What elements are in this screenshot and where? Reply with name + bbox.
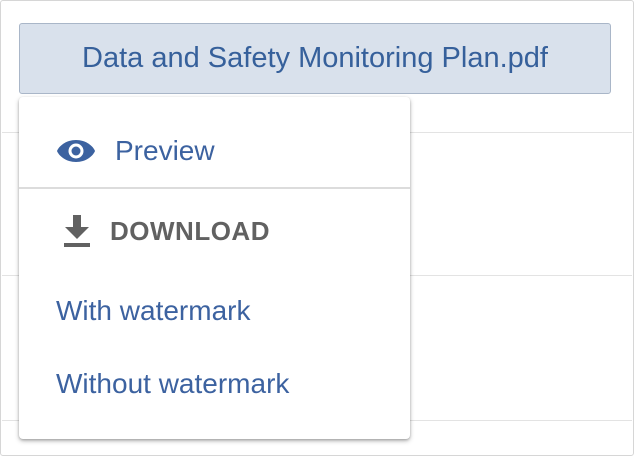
with-watermark-label: With watermark — [56, 295, 251, 326]
download-with-watermark-item[interactable]: With watermark — [19, 290, 410, 332]
download-icon — [64, 215, 90, 247]
preview-label: Preview — [115, 135, 215, 166]
download-without-watermark-item[interactable]: Without watermark — [19, 363, 410, 405]
menu-divider — [19, 187, 410, 189]
file-menu-button[interactable]: Data and Safety Monitoring Plan.pdf — [19, 23, 611, 94]
preview-menu-item[interactable]: Preview — [19, 121, 410, 181]
file-name-label: Data and Safety Monitoring Plan.pdf — [82, 42, 548, 74]
without-watermark-label: Without watermark — [56, 368, 290, 399]
download-header-label: DOWNLOAD — [110, 215, 270, 246]
eye-icon — [57, 140, 95, 162]
download-section-header: DOWNLOAD — [62, 211, 270, 251]
file-actions-menu: Preview DOWNLOAD With watermark Without … — [19, 97, 410, 439]
